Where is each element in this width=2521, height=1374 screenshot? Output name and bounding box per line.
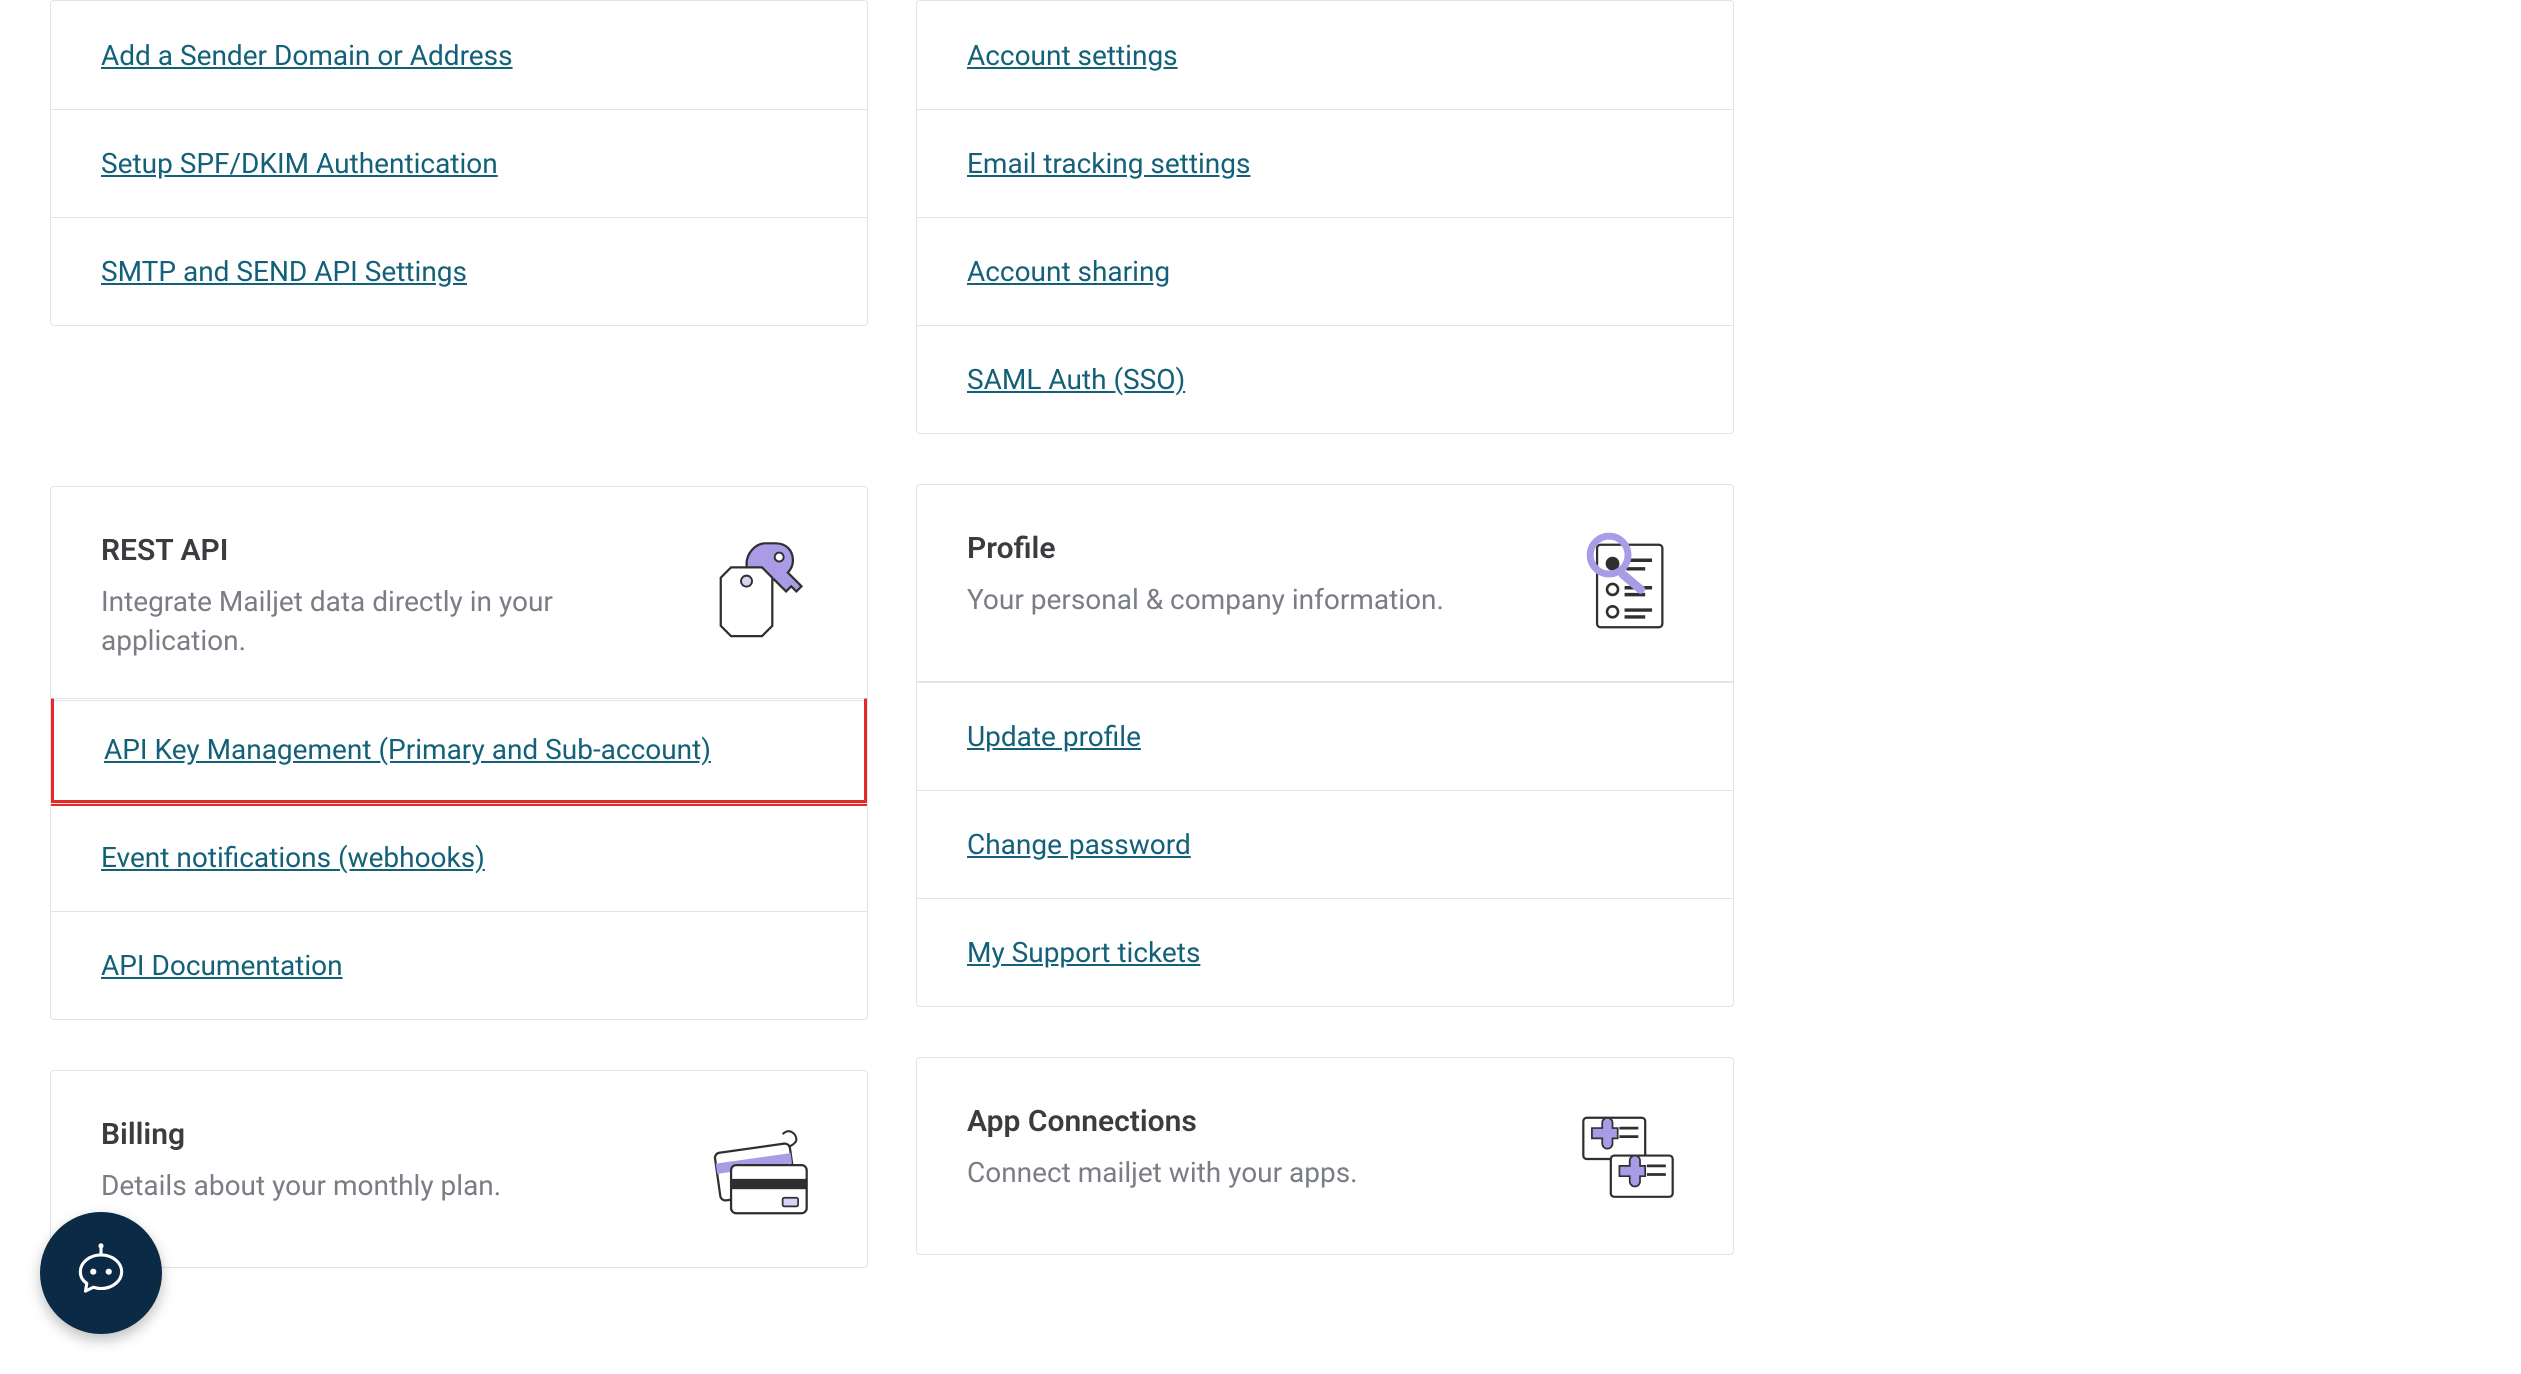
- account-card-links: Account settings Email tracking settings…: [916, 0, 1734, 434]
- rest-api-card: REST API Integrate Mailjet data directly…: [50, 486, 868, 1020]
- rest-api-title: REST API: [101, 533, 661, 568]
- link-text[interactable]: Email tracking settings: [967, 147, 1250, 180]
- link-text[interactable]: SAML Auth (SSO): [967, 363, 1185, 396]
- link-api-documentation[interactable]: API Documentation: [51, 911, 867, 1019]
- link-text[interactable]: Account settings: [967, 39, 1178, 72]
- senders-card-links: Add a Sender Domain or Address Setup SPF…: [50, 0, 868, 326]
- link-text[interactable]: Setup SPF/DKIM Authentication: [101, 147, 498, 180]
- billing-title: Billing: [101, 1117, 501, 1152]
- link-account-settings[interactable]: Account settings: [917, 1, 1733, 109]
- app-connections-desc: Connect mailjet with your apps.: [967, 1153, 1358, 1192]
- link-api-key-management[interactable]: API Key Management (Primary and Sub-acco…: [50, 698, 868, 806]
- link-update-profile[interactable]: Update profile: [917, 682, 1733, 790]
- billing-card: Billing Details about your monthly plan.: [50, 1070, 868, 1268]
- app-connections-title: App Connections: [967, 1104, 1358, 1139]
- credit-cards-icon: [707, 1117, 817, 1227]
- puzzle-cards-icon: [1573, 1104, 1683, 1214]
- profile-title: Profile: [967, 531, 1444, 566]
- link-event-notifications[interactable]: Event notifications (webhooks): [51, 803, 867, 911]
- billing-desc: Details about your monthly plan.: [101, 1166, 501, 1205]
- link-smtp-send-api[interactable]: SMTP and SEND API Settings: [51, 217, 867, 325]
- link-setup-spf-dkim[interactable]: Setup SPF/DKIM Authentication: [51, 109, 867, 217]
- link-text[interactable]: Update profile: [967, 720, 1141, 753]
- rest-api-desc: Integrate Mailjet data directly in your …: [101, 582, 661, 660]
- link-my-support-tickets[interactable]: My Support tickets: [917, 898, 1733, 1006]
- link-add-sender-domain[interactable]: Add a Sender Domain or Address: [51, 1, 867, 109]
- app-connections-header: App Connections Connect mailjet with you…: [917, 1058, 1733, 1254]
- link-saml-auth-sso[interactable]: SAML Auth (SSO): [917, 325, 1733, 433]
- profile-card: Profile Your personal & company informat…: [916, 484, 1734, 1007]
- link-text[interactable]: Account sharing: [967, 255, 1170, 288]
- chat-widget-button[interactable]: [40, 1212, 162, 1334]
- link-text[interactable]: API Key Management (Primary and Sub-acco…: [104, 733, 711, 766]
- keys-icon: [707, 533, 817, 643]
- profile-header: Profile Your personal & company informat…: [917, 485, 1733, 682]
- link-text[interactable]: Add a Sender Domain or Address: [101, 39, 513, 72]
- link-text[interactable]: SMTP and SEND API Settings: [101, 255, 467, 288]
- link-text[interactable]: Change password: [967, 828, 1191, 861]
- rest-api-header: REST API Integrate Mailjet data directly…: [51, 487, 867, 701]
- link-text[interactable]: Event notifications (webhooks): [101, 841, 485, 874]
- link-account-sharing[interactable]: Account sharing: [917, 217, 1733, 325]
- link-text[interactable]: API Documentation: [101, 949, 343, 982]
- profile-doc-icon: [1573, 531, 1683, 641]
- link-email-tracking-settings[interactable]: Email tracking settings: [917, 109, 1733, 217]
- chat-bot-icon: [70, 1242, 132, 1304]
- link-text[interactable]: My Support tickets: [967, 936, 1200, 969]
- link-change-password[interactable]: Change password: [917, 790, 1733, 898]
- billing-header: Billing Details about your monthly plan.: [51, 1071, 867, 1267]
- app-connections-card: App Connections Connect mailjet with you…: [916, 1057, 1734, 1255]
- profile-desc: Your personal & company information.: [967, 580, 1444, 619]
